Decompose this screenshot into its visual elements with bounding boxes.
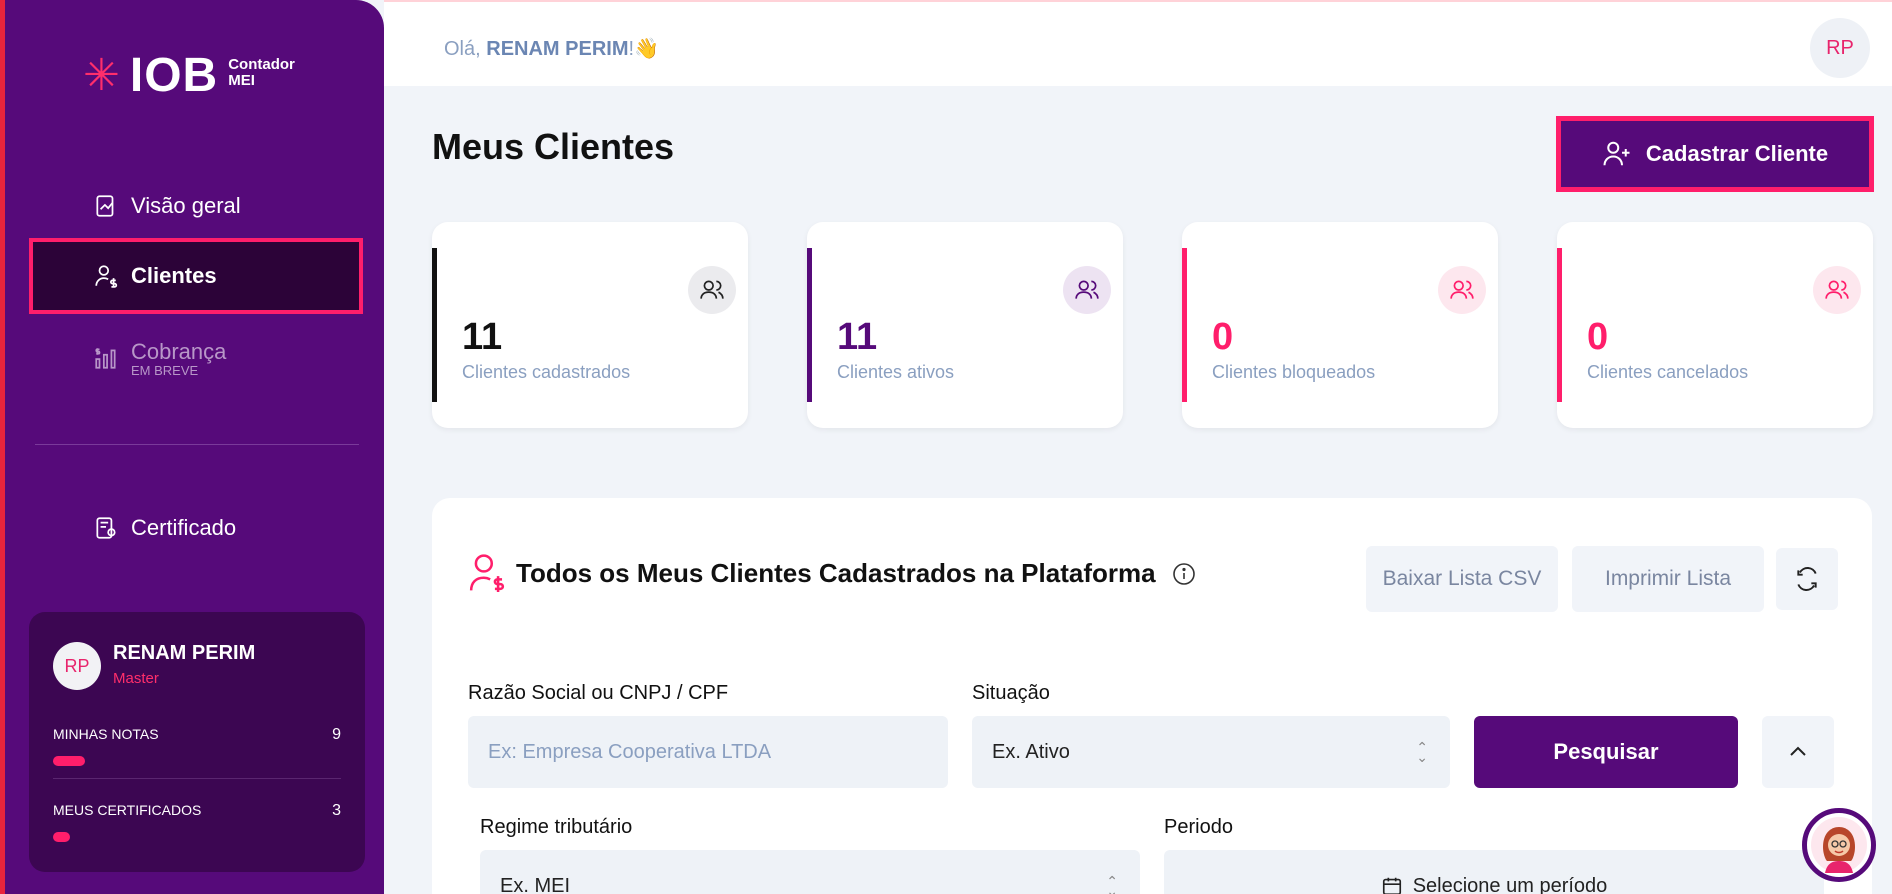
- page-title: Meus Clientes: [432, 126, 675, 167]
- assistant-avatar-icon: [1811, 817, 1867, 873]
- top-bar: Olá, RENAM PERIM!👋 RP: [384, 0, 1892, 86]
- stat-divider: [53, 778, 341, 779]
- calendar-icon: [1382, 877, 1401, 894]
- greeting: Olá, RENAM PERIM!👋: [444, 38, 659, 60]
- users-icon: [688, 266, 736, 314]
- users-icon: [1063, 266, 1111, 314]
- situation-value: Ex. Ativo: [992, 740, 1070, 763]
- logo-subtitle: Contador MEI: [228, 56, 295, 89]
- sidebar-item-label: Visão geral: [131, 193, 241, 218]
- period-value: Selecione um período: [1412, 874, 1608, 894]
- add-client-label: Cadastrar Cliente: [1645, 141, 1829, 166]
- search-button[interactable]: Pesquisar: [1474, 716, 1738, 788]
- clients-panel: Todos os Meus Clientes Cadastrados na Pl…: [432, 498, 1872, 894]
- logo[interactable]: ✳ IOB Contador MEI: [83, 52, 295, 100]
- avatar[interactable]: RP: [53, 642, 101, 690]
- avatar[interactable]: RP: [1810, 18, 1870, 78]
- accent-bar: [1182, 248, 1187, 402]
- stat-value: 0: [1212, 316, 1234, 358]
- chevron-up-icon: [1790, 746, 1806, 756]
- stat-value: 0: [1587, 316, 1609, 358]
- name-filter-label: Razão Social ou CNPJ / CPF: [468, 682, 729, 704]
- bars-dollar-icon: [95, 348, 116, 369]
- sidebar-item-clientes[interactable]: Clientes: [29, 238, 363, 314]
- users-icon: [1438, 266, 1486, 314]
- stat-value: 11: [837, 316, 878, 358]
- period-picker[interactable]: Selecione um período: [1164, 850, 1824, 894]
- accent-bar: [807, 248, 812, 402]
- sidebar-item-cobranca[interactable]: Cobrança EM BREVE: [29, 320, 363, 396]
- stat-card-bloqueados: 0 Clientes bloqueados: [1182, 222, 1498, 428]
- users-icon: [1813, 266, 1861, 314]
- refresh-icon: [1797, 567, 1817, 591]
- sidebar-item-certificado[interactable]: Certificado: [29, 490, 363, 566]
- regime-select[interactable]: Ex. MEI ⌃ ⌄: [480, 850, 1140, 894]
- add-client-button[interactable]: Cadastrar Cliente: [1556, 116, 1874, 192]
- accent-bar: [1557, 248, 1562, 402]
- sidebar-item-label: Cobrança: [131, 338, 227, 364]
- assistant-avatar-button[interactable]: [1802, 808, 1876, 882]
- regime-value: Ex. MEI: [500, 874, 571, 894]
- user-name: RENAM PERIM: [113, 642, 256, 664]
- coming-soon-label: EM BREVE: [131, 362, 199, 378]
- regime-filter-label: Regime tributário: [480, 816, 633, 838]
- stat-minhas-notas: MINHAS NOTAS 9: [53, 726, 341, 766]
- stat-card-cancelados: 0 Clientes cancelados: [1557, 222, 1873, 428]
- chart-icon: [96, 195, 114, 217]
- user-card: RP RENAM PERIM Master MINHAS NOTAS 9 MEU…: [29, 612, 365, 872]
- certificate-icon: [96, 517, 116, 539]
- stat-value: 3: [332, 802, 341, 819]
- period-filter-label: Periodo: [1164, 816, 1233, 838]
- sidebar-item-visao-geral[interactable]: Visão geral: [29, 168, 363, 244]
- stat-label: MINHAS NOTAS: [53, 726, 159, 742]
- download-csv-button[interactable]: Baixar Lista CSV: [1366, 546, 1558, 612]
- sidebar-item-label: Certificado: [131, 515, 237, 540]
- progress-bar: [53, 832, 71, 842]
- stat-card-ativos: 11 Clientes ativos: [807, 222, 1123, 428]
- stat-card-cadastrados: 11 Clientes cadastrados: [432, 222, 748, 428]
- user-plus-icon: [1603, 141, 1630, 166]
- chevron-updown-icon: ⌃ ⌄: [1416, 739, 1428, 765]
- situation-filter-label: Situação: [972, 682, 1050, 704]
- accent-bar: [432, 248, 437, 402]
- sidebar-item-label: Clientes: [131, 263, 217, 288]
- greeting-name: RENAM PERIM: [486, 38, 629, 60]
- logo-text: IOB: [129, 49, 219, 102]
- progress-bar: [53, 756, 85, 766]
- refresh-button[interactable]: [1776, 548, 1838, 610]
- stat-label: Clientes cadastrados: [462, 362, 631, 382]
- stat-label: Clientes ativos: [837, 362, 955, 382]
- user-role: Master: [113, 670, 159, 687]
- sidebar: ✳ IOB Contador MEI Visão geral Clientes …: [0, 0, 384, 894]
- stat-label: Clientes bloqueados: [1212, 362, 1376, 382]
- stat-label: Clientes cancelados: [1587, 362, 1749, 382]
- user-dollar-icon: [469, 554, 505, 592]
- users-dollar-icon: [95, 265, 118, 288]
- stat-value: 9: [332, 726, 341, 743]
- info-icon[interactable]: [1172, 562, 1196, 586]
- sidebar-divider: [35, 444, 359, 445]
- stat-value: 11: [462, 316, 503, 358]
- sparkle-icon: ✳: [83, 51, 120, 100]
- chevron-updown-icon: ⌃ ⌄: [1106, 873, 1118, 894]
- panel-title: Todos os Meus Clientes Cadastrados na Pl…: [516, 558, 1156, 588]
- print-list-button[interactable]: Imprimir Lista: [1572, 546, 1764, 612]
- collapse-filters-button[interactable]: [1762, 716, 1834, 788]
- situation-select[interactable]: Ex. Ativo ⌃ ⌄: [972, 716, 1450, 788]
- stat-meus-certificados: MEUS CERTIFICADOS 3: [53, 802, 341, 842]
- name-search-input[interactable]: Ex: Empresa Cooperativa LTDA: [468, 716, 948, 788]
- stat-label: MEUS CERTIFICADOS: [53, 802, 202, 818]
